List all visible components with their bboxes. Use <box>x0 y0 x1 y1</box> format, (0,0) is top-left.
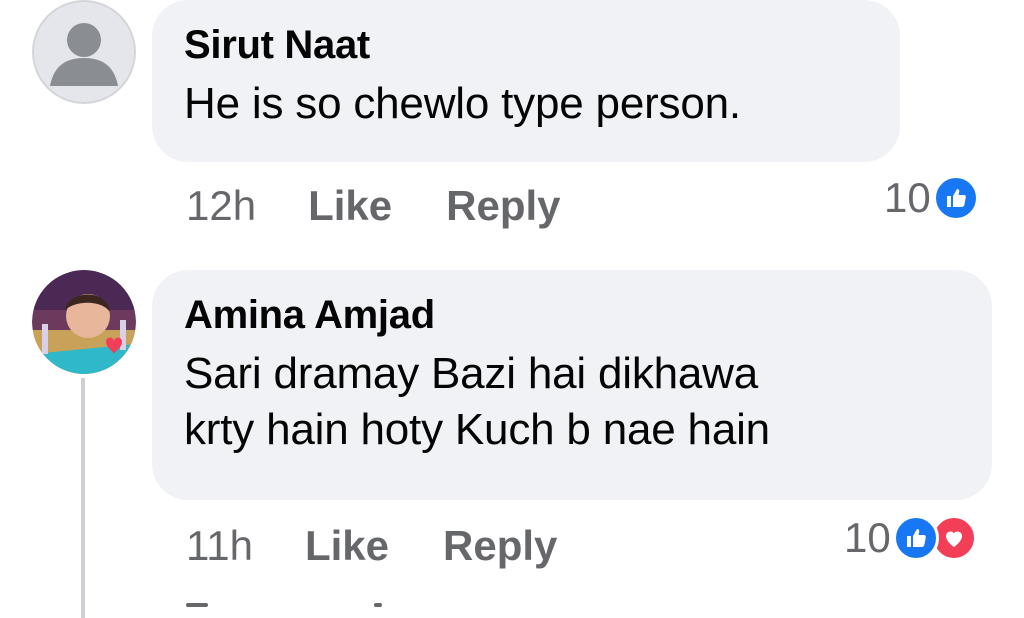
like-icon <box>932 175 979 221</box>
like-button[interactable]: Like <box>305 522 389 570</box>
default-profile-icon <box>32 0 136 104</box>
comment-bubble: Sirut Naat He is so chewlo type person. <box>152 0 900 162</box>
comment-author[interactable]: Sirut Naat <box>184 22 868 68</box>
comment-text-line-1: Sari dramay Bazi hai dikhawa <box>184 349 759 398</box>
reaction-summary[interactable]: 10 <box>884 174 979 222</box>
comment-timestamp[interactable]: 12h <box>186 182 256 230</box>
like-icon <box>892 515 939 561</box>
avatar-photo[interactable] <box>32 270 136 374</box>
reaction-count: 10 <box>884 174 931 221</box>
reply-thread-line <box>81 378 85 618</box>
reaction-summary[interactable]: 10 <box>844 514 977 562</box>
comment-text: He is so chewlo type person. <box>184 79 741 128</box>
like-button[interactable]: Like <box>308 182 392 230</box>
profile-photo-icon <box>32 270 136 374</box>
reaction-count: 10 <box>844 514 891 561</box>
reply-button[interactable]: Reply <box>446 182 560 230</box>
reply-button[interactable]: Reply <box>443 522 557 570</box>
comment-actions: 11h Like Reply <box>186 522 611 570</box>
comment-actions: 12h Like Reply <box>186 182 615 230</box>
avatar-default[interactable] <box>32 0 136 104</box>
next-comment-partial <box>186 603 386 608</box>
comment-timestamp[interactable]: 11h <box>186 522 253 570</box>
comment-bubble: Amina Amjad Sari dramay Bazi hai dikhawa… <box>152 270 992 500</box>
comment-author[interactable]: Amina Amjad <box>184 292 960 338</box>
comment-text-line-2: krty hain hoty Kuch b nae hain <box>184 405 770 454</box>
